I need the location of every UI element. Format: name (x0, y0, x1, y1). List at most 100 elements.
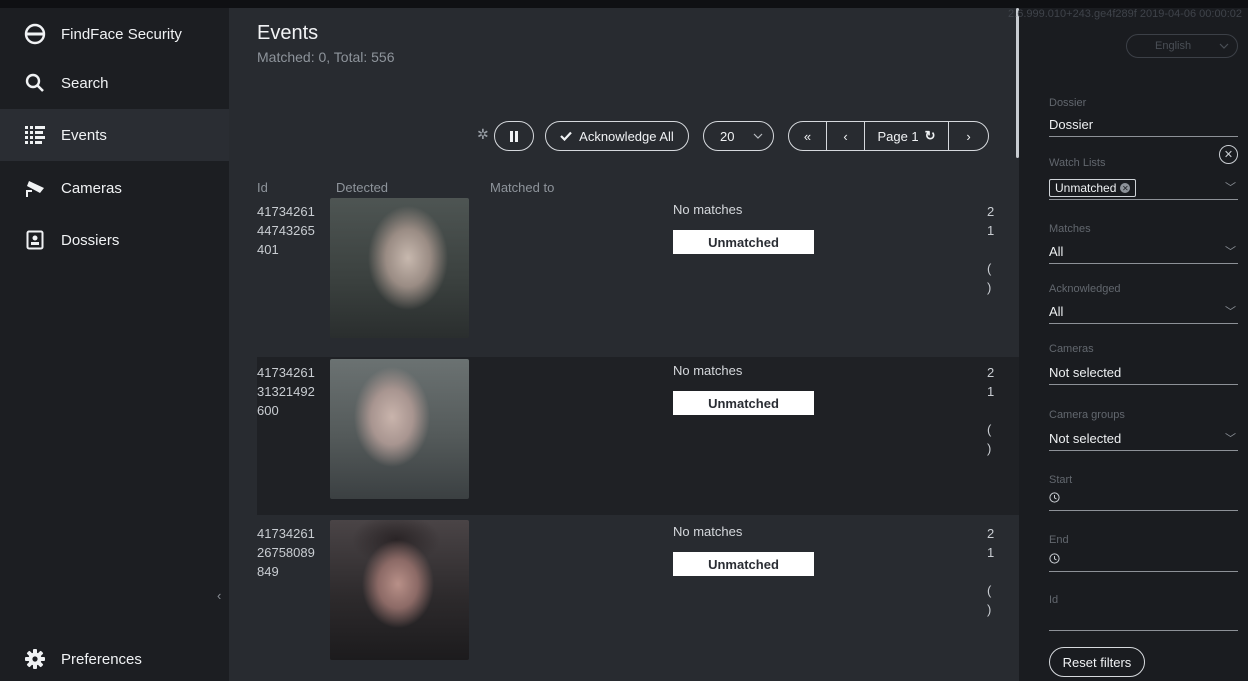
collapse-sidebar-button[interactable]: ‹ (217, 588, 221, 603)
sidebar-item-label: Cameras (61, 179, 122, 197)
pause-icon (510, 130, 518, 142)
app-window: FindFace Security Search Events Cameras … (0, 8, 1248, 681)
prev-page-icon: ‹ (843, 128, 848, 144)
watch-lists-filter-label: Watch Lists (1049, 157, 1106, 169)
start-date-input[interactable] (1049, 491, 1238, 511)
sidebar-item-label: Search (61, 74, 109, 92)
cameras-filter-label: Cameras (1049, 343, 1094, 355)
chevron-down-icon: ﹀ (1225, 182, 1236, 194)
version-text: 2.6.999.010+243.ge4f289f 2019-04-06 00:0… (1008, 8, 1242, 20)
watch-list-chip-label: Unmatched (1055, 181, 1117, 195)
clock-icon (1049, 553, 1060, 564)
acknowledged-filter-select[interactable]: All ﹀ (1049, 304, 1238, 324)
pagination: « ‹ Page 1 ↻ › (788, 121, 989, 151)
language-select[interactable]: English (1126, 34, 1238, 58)
chevron-down-icon (1219, 43, 1229, 49)
clear-watch-lists-button[interactable]: ✕ (1219, 145, 1238, 164)
events-list-icon (24, 124, 46, 146)
app-name: FindFace Security (61, 25, 182, 43)
reset-filters-button[interactable]: Reset filters (1049, 647, 1145, 677)
loading-spinner-icon: ✲ (477, 126, 489, 142)
gear-icon (24, 648, 46, 670)
page-title: Events (257, 22, 319, 44)
truncated-cell: 2 1 ( ) (987, 365, 995, 456)
column-header-id[interactable]: Id (257, 180, 268, 195)
prev-page-button[interactable]: ‹ (827, 122, 865, 150)
column-header-matched-to[interactable]: Matched to (490, 180, 554, 195)
language-value: English (1155, 40, 1192, 52)
start-filter-label: Start (1049, 474, 1073, 486)
chevron-down-icon: ﹀ (1225, 246, 1236, 258)
unmatched-badge: Unmatched (673, 230, 814, 254)
findface-logo-icon (24, 23, 46, 45)
search-icon (24, 72, 46, 94)
no-matches-text: No matches (673, 363, 743, 378)
matches-filter-select[interactable]: All ﹀ (1049, 244, 1238, 264)
first-page-button[interactable]: « (789, 122, 827, 150)
page-size-select[interactable]: 20 (703, 121, 774, 151)
acknowledged-filter-value: All (1049, 304, 1064, 319)
id-filter-input[interactable] (1049, 611, 1238, 631)
camera-groups-filter-select[interactable]: Not selected ﹀ (1049, 431, 1238, 451)
acknowledged-filter-label: Acknowledged (1049, 283, 1121, 295)
page-label: Page 1 (877, 128, 919, 144)
event-row[interactable]: 4173426131321492600 No matches Unmatched… (257, 357, 1019, 515)
sidebar-item-label: Dossiers (61, 231, 120, 249)
no-matches-text: No matches (673, 202, 743, 217)
camera-icon (24, 177, 46, 199)
brand[interactable]: FindFace Security (0, 8, 229, 60)
matches-filter-label: Matches (1049, 223, 1091, 235)
page-size-value: 20 (720, 128, 735, 144)
acknowledge-all-label: Acknowledge All (579, 128, 674, 144)
chevron-down-icon: ﹀ (1225, 306, 1236, 318)
pause-button[interactable] (494, 121, 534, 151)
truncated-cell: 2 1 ( ) (987, 204, 995, 295)
sidebar-item-search[interactable]: Search (0, 57, 229, 109)
event-id: 4173426144743265401 (257, 204, 315, 257)
no-matches-text: No matches (673, 524, 743, 539)
event-id: 4173426131321492600 (257, 365, 315, 418)
camera-groups-filter-value: Not selected (1049, 431, 1122, 446)
sidebar-item-preferences[interactable]: Preferences (0, 633, 229, 681)
refresh-icon: ↻ (924, 128, 936, 143)
column-header-detected[interactable]: Detected (336, 180, 388, 195)
filters-panel: 2.6.999.010+243.ge4f289f 2019-04-06 00:0… (1008, 8, 1248, 681)
clock-icon (1049, 492, 1060, 503)
current-page-button[interactable]: Page 1 ↻ (865, 122, 949, 150)
first-page-icon: « (803, 128, 812, 144)
sidebar-item-label: Events (61, 126, 107, 144)
event-row[interactable]: 4173426126758089849 No matches Unmatched… (257, 518, 1019, 676)
id-filter-label: Id (1049, 594, 1059, 606)
sidebar-item-events[interactable]: Events (0, 109, 229, 161)
sidebar: FindFace Security Search Events Cameras … (0, 8, 229, 681)
camera-groups-filter-label: Camera groups (1049, 409, 1125, 421)
chevron-down-icon: ﹀ (1225, 433, 1236, 445)
end-date-input[interactable] (1049, 552, 1238, 572)
matches-filter-value: All (1049, 244, 1064, 259)
unmatched-badge: Unmatched (673, 391, 814, 415)
dossier-filter-label: Dossier (1049, 97, 1087, 109)
sidebar-item-label: Preferences (61, 650, 142, 668)
dossier-filter-input[interactable]: Dossier (1049, 117, 1238, 137)
watch-list-chip[interactable]: Unmatched ✕ (1049, 179, 1137, 197)
chevron-down-icon (753, 133, 763, 139)
remove-chip-icon[interactable]: ✕ (1120, 183, 1131, 193)
events-main: Events Matched: 0, Total: 556 ✲ Acknowle… (229, 8, 1019, 681)
truncated-cell: 2 1 ( ) (987, 526, 995, 617)
sidebar-item-cameras[interactable]: Cameras (0, 162, 229, 214)
cameras-filter-select[interactable]: Not selected (1049, 365, 1238, 385)
watch-lists-filter-select[interactable]: Unmatched ✕ ﹀ (1049, 179, 1238, 200)
detected-face-thumbnail[interactable] (330, 520, 469, 660)
events-summary: Matched: 0, Total: 556 (257, 49, 395, 65)
acknowledge-all-button[interactable]: Acknowledge All (545, 121, 689, 151)
end-filter-label: End (1049, 534, 1069, 546)
unmatched-badge: Unmatched (673, 552, 814, 576)
event-row[interactable]: 4173426144743265401 No matches Unmatched… (257, 196, 1019, 354)
next-page-button[interactable]: › (949, 122, 988, 150)
next-page-icon: › (966, 128, 971, 144)
sidebar-item-dossiers[interactable]: Dossiers (0, 214, 229, 266)
check-icon (560, 131, 572, 141)
detected-face-thumbnail[interactable] (330, 198, 469, 338)
detected-face-thumbnail[interactable] (330, 359, 469, 499)
dossier-icon (24, 229, 46, 251)
